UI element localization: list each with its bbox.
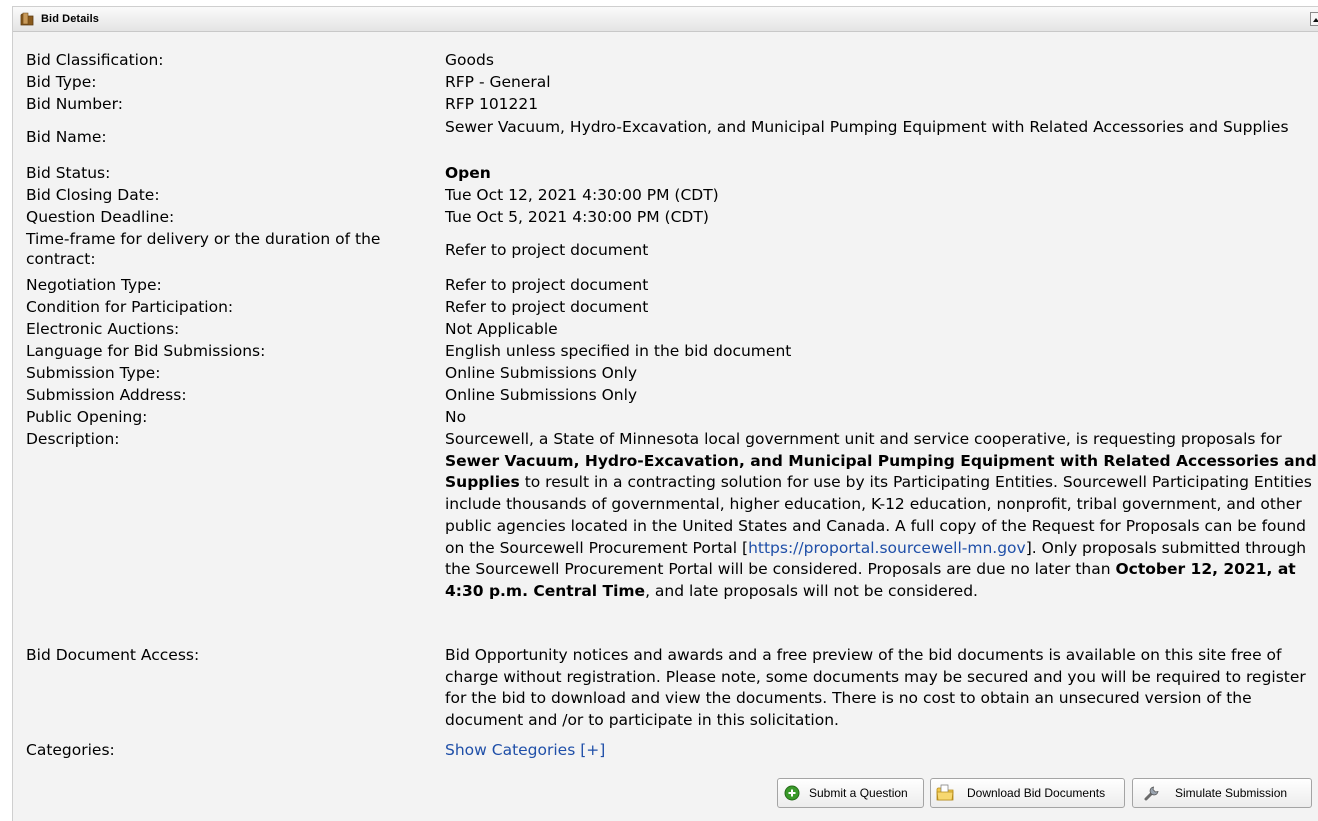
negotiation-type-value: Refer to project document [445, 276, 649, 294]
simulate-submission-button[interactable]: Simulate Submission [1132, 778, 1312, 808]
document-access-value: Bid Opportunity notices and awards and a… [445, 646, 1306, 729]
language-label: Language for Bid Submissions: [26, 342, 266, 360]
condition-label: Condition for Participation: [26, 298, 234, 316]
classification-value: Goods [445, 51, 494, 69]
description-value: Sourcewell, a State of Minnesota local g… [445, 429, 1317, 603]
description-text-4: , and late proposals will not be conside… [645, 581, 978, 600]
closing-date-value: Tue Oct 12, 2021 4:30:00 PM (CDT) [445, 186, 719, 204]
download-bid-documents-button[interactable]: Download Bid Documents [930, 778, 1125, 808]
negotiation-type-label: Negotiation Type: [26, 276, 162, 294]
bid-name-value: Sewer Vacuum, Hydro-Excavation, and Muni… [445, 118, 1289, 136]
description-label: Description: [26, 430, 120, 448]
submission-address-value: Online Submissions Only [445, 386, 638, 404]
public-opening-value: No [445, 408, 467, 426]
panel-header: Bid Details [13, 7, 1318, 32]
download-bid-documents-label: Download Bid Documents [967, 786, 1106, 800]
collapse-button[interactable] [1310, 12, 1318, 26]
bid-type-label: Bid Type: [26, 73, 97, 91]
question-deadline-value: Tue Oct 5, 2021 4:30:00 PM (CDT) [445, 208, 709, 226]
show-categories-link[interactable]: Show Categories [+] [445, 741, 605, 759]
submit-question-button[interactable]: Submit a Question [777, 778, 924, 808]
sourcewell-portal-link[interactable]: https://proportal.sourcewell-mn.gov [748, 539, 1026, 557]
bid-status-label: Bid Status: [26, 164, 111, 182]
auctions-label: Electronic Auctions: [26, 320, 180, 338]
classification-label: Bid Classification: [26, 51, 164, 69]
bid-type-value: RFP - General [445, 73, 551, 91]
description-text-1: Sourcewell, a State of Minnesota local g… [445, 430, 1282, 448]
folder-download-icon [935, 783, 955, 803]
bid-number-label: Bid Number: [26, 95, 123, 113]
closing-date-label: Bid Closing Date: [26, 186, 160, 204]
submission-type-value: Online Submissions Only [445, 364, 638, 382]
bid-name-label: Bid Name: [26, 128, 107, 146]
timeframe-label: Time-frame for delivery or the duration … [26, 230, 381, 268]
submit-question-label: Submit a Question [809, 786, 908, 800]
condition-value: Refer to project document [445, 298, 649, 316]
document-access-label: Bid Document Access: [26, 646, 200, 664]
categories-value: Show Categories [+] [445, 740, 605, 760]
submission-type-label: Submission Type: [26, 364, 161, 382]
bid-details-panel: Bid Details Bid Classification: Goods Bi… [12, 6, 1318, 821]
bid-status-value: Open [445, 164, 491, 182]
timeframe-value: Refer to project document [445, 241, 649, 259]
simulate-submission-label: Simulate Submission [1175, 786, 1288, 800]
plus-circle-icon [784, 785, 800, 801]
language-value: English unless specified in the bid docu… [445, 342, 792, 360]
bid-number-value: RFP 101221 [445, 95, 539, 113]
question-deadline-label: Question Deadline: [26, 208, 175, 226]
folder-icon [19, 11, 35, 27]
panel-title: Bid Details [41, 13, 99, 25]
auctions-value: Not Applicable [445, 320, 558, 338]
submission-address-label: Submission Address: [26, 386, 187, 404]
collapse-up-icon [1313, 18, 1318, 22]
categories-label: Categories: [26, 741, 115, 759]
public-opening-label: Public Opening: [26, 408, 148, 426]
wrench-icon [1143, 784, 1161, 802]
